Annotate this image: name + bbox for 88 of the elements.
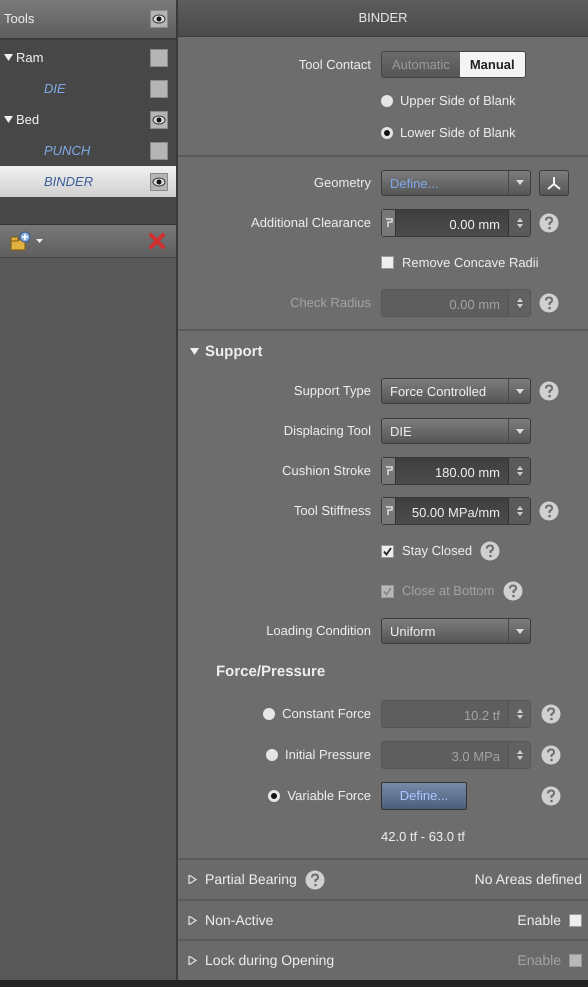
radio-label: Constant Force (282, 705, 371, 724)
tree-item[interactable]: BINDER (0, 166, 176, 197)
section-title: Support (205, 342, 262, 362)
radio-dot[interactable] (263, 708, 276, 720)
panel-title: Tools (4, 10, 34, 28)
force-range-text: 42.0 tf - 63.0 tf (381, 828, 465, 844)
radio-label: Lower Side of Blank (400, 124, 516, 142)
checkbox-label: Enable (517, 910, 561, 930)
caret-icon (516, 428, 524, 434)
field-label: Support Type (294, 383, 371, 398)
checkbox[interactable] (569, 914, 582, 927)
caret-icon (516, 388, 524, 394)
number-field: 3.0 MPa (381, 741, 531, 770)
spin-arrows-icon[interactable] (516, 465, 524, 478)
expand-arrow-icon[interactable] (188, 916, 197, 925)
radio-label: Variable Force (287, 787, 371, 806)
section-title: Lock during Opening (205, 951, 334, 970)
help-icon[interactable] (539, 212, 559, 233)
eye-icon (152, 114, 166, 124)
visibility-toggle[interactable] (150, 48, 168, 66)
help-icon[interactable] (541, 745, 561, 766)
visibility-toggle[interactable] (150, 142, 168, 160)
axis-button[interactable] (539, 170, 569, 196)
spin-arrows-icon[interactable] (516, 216, 524, 229)
field-label: Additional Clearance (251, 214, 371, 230)
collapse-arrow-icon[interactable] (190, 347, 199, 356)
section-header[interactable]: Non-Active Enable (178, 898, 588, 940)
field-label: Cushion Stroke (282, 463, 371, 478)
checkbox-label: Remove Concave Radii (402, 254, 539, 272)
checkbox[interactable] (381, 544, 394, 558)
expand-arrow-icon[interactable] (188, 956, 197, 966)
section-title: Partial Bearing (205, 870, 297, 889)
dropdown[interactable]: Uniform (381, 618, 531, 644)
define-button[interactable]: Define... (381, 782, 467, 810)
caret-icon (36, 239, 43, 243)
radio-dot[interactable] (381, 94, 393, 107)
field-label: Tool Contact (298, 56, 371, 72)
field-label: Tool Stiffness (294, 503, 371, 518)
unit-toggle-icon[interactable] (384, 218, 392, 228)
visibility-toggle[interactable] (150, 80, 168, 98)
panel-title: BINDER (178, 0, 588, 37)
field-label: Displacing Tool (284, 423, 371, 438)
tree-item[interactable]: Bed (0, 104, 176, 135)
eye-icon (152, 14, 166, 24)
number-field[interactable]: 180.00 mm (381, 457, 531, 486)
help-icon[interactable] (539, 501, 559, 522)
checkbox-label: Enable (517, 951, 561, 970)
help-icon[interactable] (304, 870, 325, 890)
number-field[interactable]: 0.00 mm (381, 208, 531, 237)
tree-item[interactable]: PUNCH (0, 135, 176, 166)
radio-dot[interactable] (266, 749, 278, 762)
field-label: Geometry (314, 174, 371, 190)
axes-icon (546, 174, 562, 191)
expand-arrow-icon[interactable] (4, 115, 13, 124)
caret-icon (516, 628, 524, 634)
help-icon[interactable] (480, 541, 500, 562)
checkbox-label: Stay Closed (402, 542, 472, 560)
radio-dot[interactable] (268, 790, 280, 802)
tree-item[interactable]: Ram (0, 42, 176, 73)
field-label: Loading Condition (266, 623, 371, 638)
unit-toggle-icon[interactable] (384, 506, 392, 516)
status-text: No Areas defined (474, 870, 582, 889)
caret-icon (516, 180, 524, 186)
visibility-toggle[interactable] (150, 10, 168, 28)
unit-toggle-icon[interactable] (384, 466, 392, 476)
number-field: 10.2 tf (381, 700, 531, 728)
help-icon[interactable] (541, 704, 561, 724)
subsection-title: Force/Pressure (215, 662, 326, 682)
expand-arrow-icon[interactable] (188, 875, 197, 884)
expand-arrow-icon[interactable] (4, 53, 13, 62)
tree-item[interactable]: DIE (0, 73, 176, 104)
visibility-toggle[interactable] (150, 172, 168, 190)
visibility-toggle[interactable] (150, 110, 168, 128)
spin-arrows-icon[interactable] (516, 505, 524, 518)
toggle-option[interactable]: Manual (460, 52, 525, 78)
dropdown[interactable]: Force Controlled (381, 378, 531, 404)
radio-label: Initial Pressure (285, 746, 371, 764)
radio-dot[interactable] (381, 126, 393, 139)
radio-label: Upper Side of Blank (400, 92, 516, 110)
eye-icon (152, 176, 166, 186)
add-tool-button[interactable] (10, 231, 43, 251)
help-icon[interactable] (539, 381, 559, 402)
section-title: Non-Active (205, 910, 274, 930)
help-icon[interactable] (541, 786, 561, 806)
checkbox[interactable] (381, 256, 394, 270)
number-field: 0.00 mm (381, 288, 531, 317)
number-field[interactable]: 50.00 MPa/mm (381, 497, 531, 526)
dropdown[interactable]: DIE (381, 418, 531, 444)
